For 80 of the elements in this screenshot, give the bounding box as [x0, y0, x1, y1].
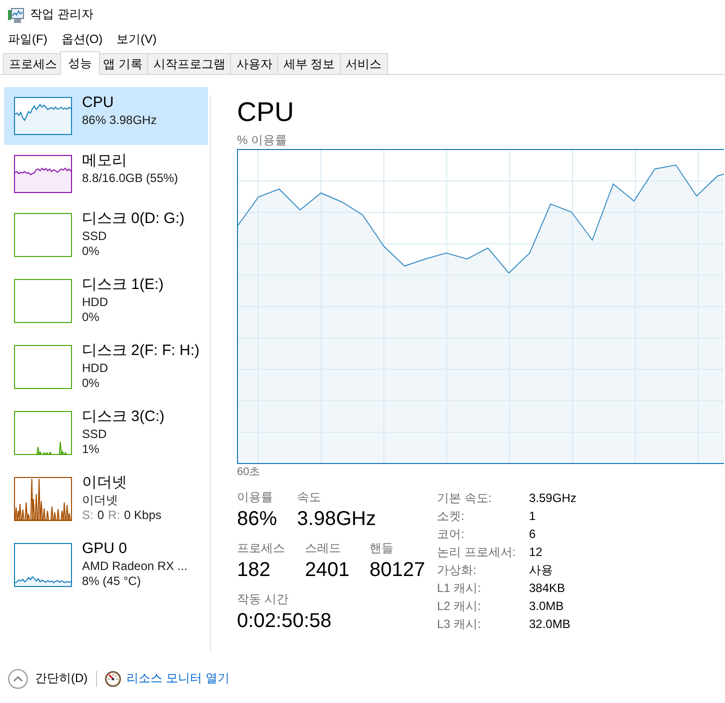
menu-item[interactable]: 파일(F) [8, 30, 48, 49]
resource-name: 이더넷 [82, 473, 128, 493]
resource-detail: AMD Radeon RX ... [82, 559, 188, 574]
spec-label: 가상화: [437, 562, 478, 579]
traffic-value: 0 [97, 508, 104, 523]
resource-detail: 0% [82, 244, 100, 259]
gauge-icon [104, 671, 121, 687]
menu-item[interactable]: 보기(V) [116, 30, 157, 49]
spec-value: 사용 [529, 562, 553, 579]
stat-label: 프로세스 [237, 540, 285, 557]
traffic-label: S: [82, 508, 94, 523]
sidebar-item[interactable]: 디스크 2(F: F: H:) HDD 0% [4, 335, 208, 401]
stat-value: 2401 [305, 558, 350, 583]
stat-label: 스레드 [305, 540, 342, 557]
resource-detail: 이더넷 [82, 493, 119, 508]
resource-detail: SSD [82, 229, 108, 244]
traffic-label: R: [108, 508, 120, 523]
sidebar-item[interactable]: 메모리 8.8/16.0GB (55%) [4, 145, 208, 203]
stat-value: 86% [237, 507, 278, 532]
tab[interactable]: 서비스 [340, 53, 388, 74]
sidebar-item[interactable]: 디스크 0(D: G:) SSD 0% [4, 203, 208, 269]
spec-value: 32.0MB [529, 616, 570, 633]
resource-detail: 86% 3.98GHz [82, 113, 157, 128]
spec-label: 소켓: [437, 508, 466, 525]
resource-name: 디스크 1(E:) [82, 275, 164, 295]
spec-value: 384KB [529, 580, 566, 597]
resource-name: 디스크 3(C:) [82, 407, 164, 427]
tab[interactable]: 시작프로그램 [147, 53, 232, 74]
resource-name: 디스크 0(D: G:) [82, 209, 185, 229]
resource-name: GPU 0 [82, 539, 128, 559]
spec-label: 논리 프로세서: [437, 544, 517, 561]
resource-detail: HDD [82, 295, 109, 310]
window-title: 작업 관리자 [30, 7, 94, 23]
stat-value: 3.98GHz [297, 507, 376, 532]
sidebar-item[interactable]: 이더넷 이더넷 S: 0 R: 0 Kbps [4, 467, 208, 533]
tab[interactable]: 성능 [60, 51, 100, 75]
traffic-value: 0 Kbps [124, 508, 162, 523]
spec-value: 3.0MB [529, 598, 564, 615]
resource-name: CPU [82, 93, 115, 113]
sidebar-item[interactable]: CPU 86% 3.98GHz [4, 87, 208, 145]
spec-label: L2 캐시: [437, 598, 482, 615]
menu-item[interactable]: 옵션(O) [61, 30, 103, 49]
resource-detail: 8.8/16.0GB (55%) [82, 171, 178, 186]
tab[interactable]: 프로세스 [3, 53, 63, 74]
spec-label: L1 캐시: [437, 580, 482, 597]
spec-value: 3.59GHz [529, 490, 576, 507]
sidebar-item[interactable]: 디스크 3(C:) SSD 1% [4, 401, 208, 467]
tab[interactable]: 세부 정보 [277, 53, 341, 74]
fewer-details-button[interactable]: 간단히(D) [8, 669, 88, 689]
spec-value: 12 [529, 544, 542, 561]
resource-detail: SSD [82, 427, 108, 442]
stat-value: 0:02:50:58 [237, 609, 332, 634]
resource-detail: 0% [82, 376, 100, 391]
resource-monitor-link[interactable]: 리소스 모니터 열기 [126, 671, 230, 687]
chevron-up-icon [8, 669, 28, 689]
tab[interactable]: 앱 기록 [97, 53, 148, 74]
spec-label: L3 캐시: [437, 616, 482, 633]
resource-detail: 1% [82, 442, 100, 457]
spec-value: 6 [529, 526, 536, 543]
stat-label: 핸들 [370, 540, 394, 557]
spec-value: 1 [529, 508, 536, 525]
stat-value: 182 [237, 558, 272, 583]
graph-caption: % 이용률 [237, 133, 288, 147]
stat-value: 80127 [370, 558, 426, 583]
tab[interactable]: 사용자 [230, 53, 278, 74]
resource-detail: 0% [82, 310, 100, 325]
time-span-label: 60초 [237, 466, 262, 479]
resource-detail: 8% (45 °C) [82, 574, 142, 589]
panel-title: CPU [237, 97, 296, 127]
sidebar-item[interactable]: GPU 0 AMD Radeon RX ... 8% (45 °C) [4, 533, 208, 599]
spec-label: 코어: [437, 526, 466, 543]
monitor-graph-icon [8, 7, 24, 23]
resource-name: 디스크 2(F: F: H:) [82, 341, 200, 361]
spec-label: 기본 속도: [437, 490, 493, 507]
sidebar-item[interactable]: 디스크 1(E:) HDD 0% [4, 269, 208, 335]
stat-label: 이용률 [237, 489, 274, 506]
resource-detail: HDD [82, 361, 109, 376]
resource-name: 메모리 [82, 151, 128, 171]
stat-label: 작동 시간 [237, 591, 290, 608]
stat-label: 속도 [297, 489, 322, 506]
